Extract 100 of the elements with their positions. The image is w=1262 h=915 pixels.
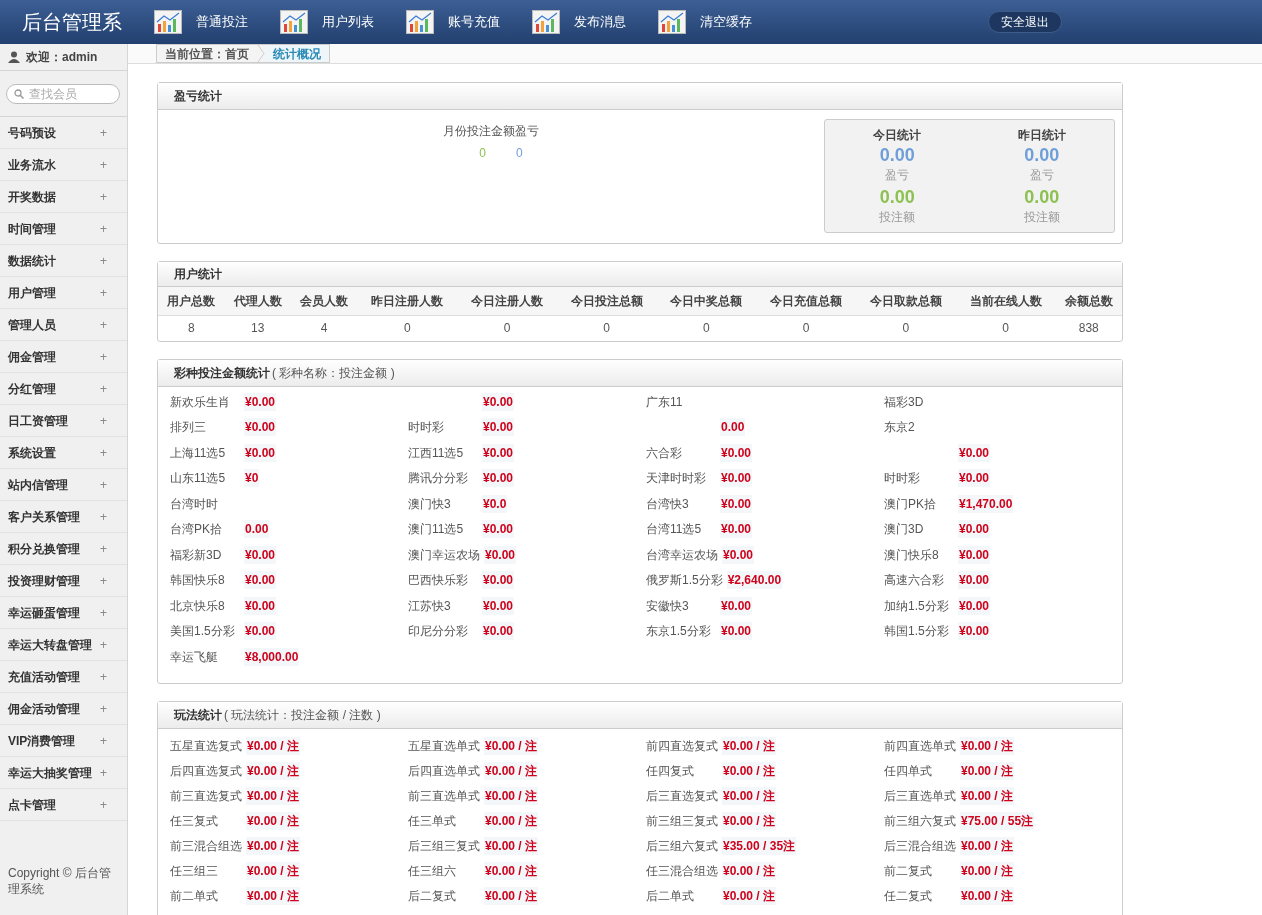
amount-value: ¥0.00 / 注 — [246, 886, 301, 905]
amount-value: ¥0.00 — [244, 418, 277, 437]
menu-item[interactable]: 系统设置 — [8, 443, 56, 462]
breadcrumb-item[interactable]: 统计概况 — [265, 45, 329, 62]
menu-item[interactable]: 点卡管理 — [8, 795, 56, 814]
amount-value: ¥0.00 — [722, 545, 755, 564]
item-name: 高速六合彩 — [884, 572, 945, 590]
nav-link[interactable]: 清空缓存 — [658, 10, 752, 34]
item-name: 澳门快乐8 — [884, 546, 940, 564]
menu-item[interactable]: 时间管理 — [8, 219, 56, 238]
nav-link[interactable]: 账号充值 — [406, 10, 500, 34]
menu-item[interactable]: 投资理财管理 — [8, 571, 80, 590]
table-cell: 13 — [224, 315, 291, 341]
amount-value: ¥0 — [244, 469, 260, 488]
item-name: 后四直选复式 — [170, 762, 242, 780]
menu-item[interactable]: 幸运大转盘管理 — [8, 635, 92, 654]
menu-item[interactable]: 充值活动管理 — [8, 667, 80, 686]
amount-value: ¥0.00 / 注 — [960, 786, 1015, 805]
amount-value: ¥0.00 — [958, 622, 991, 641]
menu-item[interactable]: 日工资管理 — [8, 411, 68, 430]
table-cell: 0 — [856, 315, 956, 341]
amount-value: 0.00 — [244, 520, 270, 539]
menu-item[interactable]: 幸运大抽奖管理 — [8, 763, 92, 782]
menu-item[interactable]: 积分兑换管理 — [8, 539, 80, 558]
menu-item[interactable]: 号码预设 — [8, 123, 56, 142]
column-header: 今日中奖总额 — [656, 287, 757, 315]
item-name: 前二复式 — [884, 862, 933, 880]
item-name: 前三直选复式 — [170, 787, 242, 805]
amount-value: ¥0.00 — [958, 571, 991, 590]
item-name: 台湾11选5 — [646, 521, 703, 539]
breadcrumb-item[interactable]: 当前位置：首页 — [157, 45, 257, 62]
menu-item[interactable]: 分红管理 — [8, 379, 56, 398]
menu-item[interactable]: 管理人员 — [8, 315, 56, 334]
amount-value: ¥0.00 — [244, 443, 277, 462]
item-name: 前二单式 — [170, 887, 219, 905]
item-name: 排列三 — [170, 419, 207, 437]
item-name: 上海11选5 — [170, 444, 227, 462]
amount-value: ¥0.00 / 注 — [960, 761, 1015, 780]
table-cell: 0 — [357, 315, 458, 341]
profit-label: 盈亏 — [885, 167, 910, 184]
menu-item[interactable]: 开奖数据 — [8, 187, 56, 206]
column-header: 会员人数 — [290, 287, 358, 315]
item-name: 后三组六复式 — [646, 837, 718, 855]
item-name: 后三混合组选 — [884, 837, 956, 855]
app-title: 后台管理系 — [21, 10, 123, 35]
column-header: 余额总数 — [1055, 287, 1122, 315]
column-header: 今日投注总额 — [556, 287, 657, 315]
amount-value: ¥0.00 — [482, 392, 515, 411]
amount-value: ¥0.00 — [720, 596, 753, 615]
profit-value: 0.00 — [1024, 144, 1060, 166]
item-name: 澳门11选5 — [408, 521, 465, 539]
amount-value: ¥0.00 / 注 — [246, 736, 301, 755]
item-name: 台湾快3 — [646, 495, 690, 513]
menu-item[interactable]: 佣金管理 — [8, 347, 56, 366]
item-name: 台湾时时 — [170, 495, 219, 513]
amount-value: ¥0.00 / 注 — [722, 761, 777, 780]
copyright-text: Copyright © 后台管理系统 — [7, 865, 112, 897]
menu-item[interactable]: 佣金活动管理 — [8, 699, 80, 718]
welcome-text: 欢迎：admin — [26, 49, 98, 66]
logout-button[interactable]: 安全退出 — [988, 11, 1062, 33]
table-cell: 0 — [656, 315, 757, 341]
menu-item[interactable]: 用户管理 — [8, 283, 56, 302]
amount-value: ¥0.00 / 注 — [484, 786, 539, 805]
search-field[interactable]: 查找会员 — [6, 83, 120, 104]
item-name: 东京2 — [884, 419, 916, 437]
nav-link[interactable]: 发布消息 — [532, 10, 626, 34]
item-name: 时时彩 — [408, 419, 445, 437]
item-name: 巴西快乐彩 — [408, 572, 469, 590]
panel-subtitle: ( 彩种名称：投注金额 ) — [272, 365, 395, 382]
item-name: 加纳1.5分彩 — [884, 597, 950, 615]
menu-item[interactable]: 幸运砸蛋管理 — [8, 603, 80, 622]
profit-value: 0.00 — [879, 144, 915, 166]
menu-item[interactable]: 客户关系管理 — [8, 507, 80, 526]
menu-item[interactable]: VIP消费管理 — [8, 731, 76, 750]
menu-item[interactable]: 业务流水 — [8, 155, 56, 174]
item-name: 腾讯分分彩 — [408, 470, 469, 488]
item-name: 任三组三 — [170, 862, 219, 880]
amount-value: ¥0.00 — [720, 469, 753, 488]
amount-value: ¥0.00 / 注 — [484, 736, 539, 755]
item-name: 前四直选单式 — [884, 737, 956, 755]
bar-chart-icon — [280, 10, 308, 34]
amount-value: ¥0.00 — [958, 596, 991, 615]
nav-link[interactable]: 用户列表 — [280, 10, 374, 34]
profit-label: 盈亏 — [1029, 167, 1054, 184]
nav-link[interactable]: 普通投注 — [154, 10, 248, 34]
summary-title: 今日统计 — [873, 127, 922, 144]
item-name: 前三直选单式 — [408, 787, 480, 805]
menu-item[interactable]: 站内信管理 — [8, 475, 68, 494]
amount-value: ¥0.00 — [720, 520, 753, 539]
amount-value: ¥0.0 — [482, 494, 508, 513]
amount-value: ¥0.00 / 注 — [484, 811, 539, 830]
item-name: 福彩3D — [884, 393, 925, 411]
item-name: 澳门快3 — [408, 495, 452, 513]
column-header: 昨日注册人数 — [357, 287, 458, 315]
amount-value: ¥0.00 / 注 — [484, 836, 539, 855]
item-name: 任二复式 — [884, 887, 933, 905]
column-header: 当前在线人数 — [955, 287, 1056, 315]
amount-value: ¥0.00 — [720, 443, 753, 462]
menu-item[interactable]: 数据统计 — [8, 251, 56, 270]
amount-value: ¥0.00 — [958, 545, 991, 564]
